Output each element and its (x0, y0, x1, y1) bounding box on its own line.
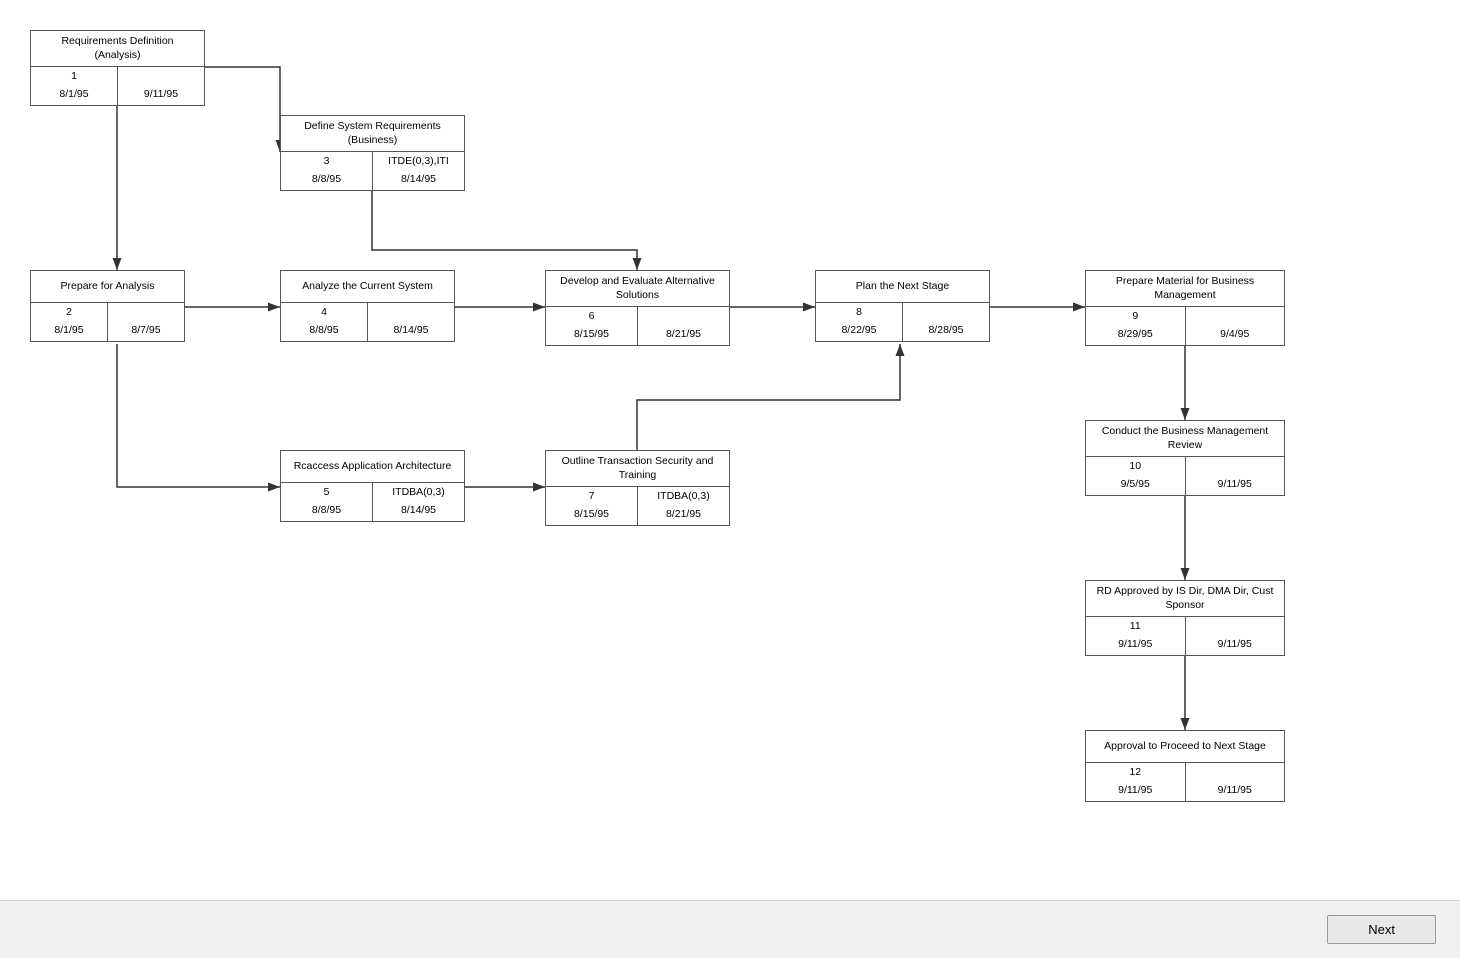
node-7-title: Outline Transaction Security and Trainin… (546, 451, 729, 487)
node-4-end: 8/14/95 (368, 321, 454, 341)
node-6-id: 6 (546, 307, 638, 325)
node-2-start: 8/1/95 (31, 321, 108, 341)
node-1-id: 1 (31, 67, 118, 85)
node-10-start: 9/5/95 (1086, 475, 1186, 495)
node-8-end: 8/28/95 (903, 321, 989, 341)
node-5-title: Rcaccess Application Architecture (281, 451, 464, 483)
node-3-id2: ITDE(0,3),ITI (373, 152, 464, 170)
node-12: Approval to Proceed to Next Stage 12 9/1… (1085, 730, 1285, 802)
node-9-id: 9 (1086, 307, 1186, 325)
node-11-end: 9/11/95 (1186, 635, 1285, 655)
node-3-end: 8/14/95 (373, 170, 464, 190)
node-5-id: 5 (281, 483, 373, 501)
node-3-start: 8/8/95 (281, 170, 373, 190)
node-8-id2 (903, 303, 989, 321)
node-11-id2 (1186, 617, 1285, 635)
node-12-title: Approval to Proceed to Next Stage (1086, 731, 1284, 763)
node-9-start: 8/29/95 (1086, 325, 1186, 345)
node-4-id: 4 (281, 303, 368, 321)
node-5-start: 8/8/95 (281, 501, 373, 521)
node-5: Rcaccess Application Architecture 5 ITDB… (280, 450, 465, 522)
node-9-id2 (1186, 307, 1285, 325)
bottom-bar: Next (0, 900, 1460, 958)
node-12-id2 (1186, 763, 1285, 781)
node-7-start: 8/15/95 (546, 505, 638, 525)
node-11-title: RD Approved by IS Dir, DMA Dir, Cust Spo… (1086, 581, 1284, 617)
node-2: Prepare for Analysis 2 8/1/95 8/7/95 (30, 270, 185, 342)
node-2-end: 8/7/95 (108, 321, 184, 341)
node-11-id: 11 (1086, 617, 1186, 635)
node-9-end: 9/4/95 (1186, 325, 1285, 345)
node-1-end: 9/11/95 (118, 85, 204, 105)
node-10-end: 9/11/95 (1186, 475, 1285, 495)
diagram-container: Requirements Definition (Analysis) 1 8/1… (0, 0, 1460, 900)
node-6: Develop and Evaluate Alternative Solutio… (545, 270, 730, 346)
node-10-id2 (1186, 457, 1285, 475)
node-11: RD Approved by IS Dir, DMA Dir, Cust Spo… (1085, 580, 1285, 656)
node-6-end: 8/21/95 (638, 325, 729, 345)
node-8: Plan the Next Stage 8 8/22/95 8/28/95 (815, 270, 990, 342)
node-8-title: Plan the Next Stage (816, 271, 989, 303)
node-8-start: 8/22/95 (816, 321, 903, 341)
node-3-title: Define System Requirements (Business) (281, 116, 464, 152)
node-1: Requirements Definition (Analysis) 1 8/1… (30, 30, 205, 106)
node-11-start: 9/11/95 (1086, 635, 1186, 655)
node-10-id: 10 (1086, 457, 1186, 475)
node-9: Prepare Material for Business Management… (1085, 270, 1285, 346)
node-1-id2 (118, 67, 204, 85)
node-4-title: Analyze the Current System (281, 271, 454, 303)
node-2-title: Prepare for Analysis (31, 271, 184, 303)
node-7-id: 7 (546, 487, 638, 505)
node-3-id: 3 (281, 152, 373, 170)
node-4-start: 8/8/95 (281, 321, 368, 341)
node-2-id2 (108, 303, 184, 321)
node-5-end: 8/14/95 (373, 501, 464, 521)
node-6-start: 8/15/95 (546, 325, 638, 345)
node-12-end: 9/11/95 (1186, 781, 1285, 801)
node-9-title: Prepare Material for Business Management (1086, 271, 1284, 307)
node-12-start: 9/11/95 (1086, 781, 1186, 801)
node-2-id: 2 (31, 303, 108, 321)
node-10: Conduct the Business Management Review 1… (1085, 420, 1285, 496)
node-7-end: 8/21/95 (638, 505, 729, 525)
node-1-title: Requirements Definition (Analysis) (31, 31, 204, 67)
node-6-title: Develop and Evaluate Alternative Solutio… (546, 271, 729, 307)
node-6-id2 (638, 307, 729, 325)
node-7-id2: ITDBA(0,3) (638, 487, 729, 505)
node-5-id2: ITDBA(0,3) (373, 483, 464, 501)
node-7: Outline Transaction Security and Trainin… (545, 450, 730, 526)
node-10-title: Conduct the Business Management Review (1086, 421, 1284, 457)
node-8-id: 8 (816, 303, 903, 321)
node-1-start: 8/1/95 (31, 85, 118, 105)
node-12-id: 12 (1086, 763, 1186, 781)
node-3: Define System Requirements (Business) 3 … (280, 115, 465, 191)
node-4-id2 (368, 303, 454, 321)
next-button[interactable]: Next (1327, 915, 1436, 944)
node-4: Analyze the Current System 4 8/8/95 8/14… (280, 270, 455, 342)
